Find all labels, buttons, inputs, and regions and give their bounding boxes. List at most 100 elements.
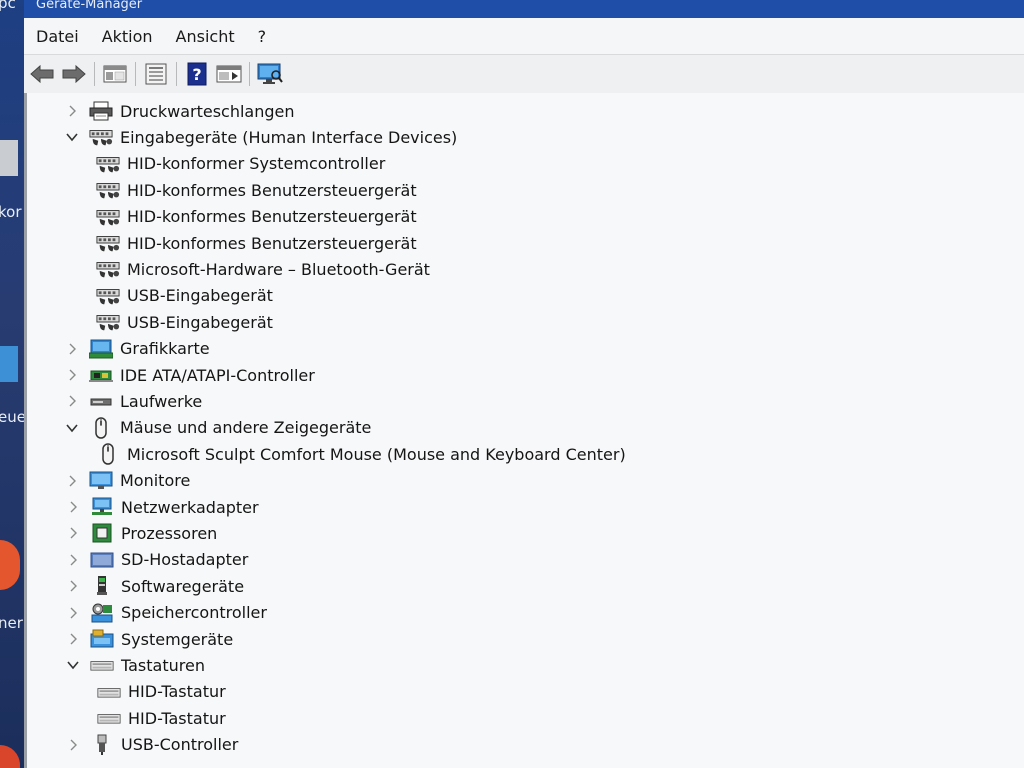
device-label: Softwaregeräte [121, 576, 245, 596]
hid-icon [96, 312, 120, 332]
device-label: Speichercontroller [121, 603, 267, 623]
chevron-right-icon[interactable] [66, 500, 80, 514]
device-category[interactable]: Prozessoren [66, 520, 217, 546]
storage-controller-icon [90, 603, 114, 623]
device-label: HID-Tastatur [128, 682, 226, 702]
properties-icon [145, 63, 167, 85]
chevron-right-icon[interactable] [66, 738, 80, 752]
device-category[interactable]: Laufwerke [65, 388, 202, 414]
system-device-icon [90, 629, 114, 649]
device-label: Microsoft Sculpt Comfort Mouse (Mouse an… [127, 444, 626, 464]
desktop-icon[interactable] [0, 745, 20, 768]
device-item[interactable]: HID-konformer Systemcontroller [96, 151, 385, 177]
menu-aktion[interactable]: Aktion [102, 27, 164, 46]
chevron-right-icon[interactable] [65, 342, 79, 356]
device-item[interactable]: HID-konformes Benutzersteuergerät [96, 204, 417, 230]
desktop-background: pc kor eue ner [0, 0, 24, 768]
device-label: HID-konformes Benutzersteuergerät [127, 207, 417, 227]
device-item[interactable]: Microsoft Sculpt Comfort Mouse (Mouse an… [96, 441, 626, 467]
device-label: Laufwerke [120, 391, 203, 411]
hid-icon [96, 259, 120, 279]
window-title: Geräte-Manager [36, 0, 143, 12]
chevron-down-icon[interactable] [66, 658, 80, 672]
chevron-right-icon[interactable] [65, 368, 79, 382]
properties-button[interactable] [142, 61, 170, 87]
chevron-right-icon[interactable] [65, 104, 79, 118]
hid-icon [96, 233, 120, 253]
device-label: Eingabegeräte (Human Interface Devices) [120, 127, 458, 147]
device-category[interactable]: Netzwerkadapter [66, 494, 259, 520]
device-category[interactable]: Mäuse und andere Zeigegeräte [65, 415, 371, 441]
device-item[interactable]: USB-Eingabegerät [96, 309, 273, 335]
device-label: Grafikkarte [120, 339, 210, 359]
help-button[interactable]: ? [183, 61, 211, 87]
menu-help[interactable]: ? [258, 27, 278, 46]
device-category[interactable]: USB-Controller [66, 732, 238, 758]
device-label: HID-konformes Benutzersteuergerät [127, 233, 417, 253]
device-label: Druckwarteschlangen [120, 101, 295, 121]
printer-icon [89, 101, 113, 121]
device-item[interactable]: HID-konformes Benutzersteuergerät [96, 177, 417, 203]
device-tree: Druckwarteschlangen Eingabegeräte (Human … [24, 93, 1024, 768]
back-button[interactable] [28, 61, 56, 87]
device-category[interactable]: Softwaregeräte [66, 573, 244, 599]
device-label: Microsoft-Hardware – Bluetooth-Gerät [127, 259, 430, 279]
desktop-icon-label: ner [0, 614, 23, 632]
device-category[interactable]: Speichercontroller [66, 600, 267, 626]
device-label: HID-Tastatur [128, 708, 226, 728]
action-pane-button[interactable] [215, 61, 243, 87]
help-icon: ? [187, 62, 207, 86]
chevron-right-icon[interactable] [65, 394, 79, 408]
device-category[interactable]: Eingabegeräte (Human Interface Devices) [65, 124, 457, 150]
title-bar[interactable]: Geräte-Manager [24, 0, 1024, 18]
chevron-right-icon[interactable] [66, 606, 80, 620]
chevron-right-icon[interactable] [66, 632, 80, 646]
device-item[interactable]: HID-konformes Benutzersteuergerät [96, 230, 417, 256]
device-item[interactable]: USB-Eingabegerät [96, 283, 273, 309]
sd-host-icon [90, 550, 114, 570]
mouse-icon [96, 443, 120, 465]
hid-icon [96, 154, 120, 174]
desktop-icon[interactable] [0, 540, 20, 590]
device-item[interactable]: HID-Tastatur [97, 705, 226, 731]
forward-button[interactable] [60, 61, 88, 87]
desktop-icon[interactable] [0, 346, 18, 382]
keyboard-icon [97, 708, 121, 728]
device-category[interactable]: Monitore [65, 468, 190, 494]
chevron-down-icon[interactable] [65, 421, 79, 435]
processor-icon [90, 523, 114, 543]
chevron-right-icon[interactable] [65, 474, 79, 488]
device-label: USB-Eingabegerät [127, 286, 273, 306]
disk-drive-icon [89, 391, 113, 411]
scan-hardware-button[interactable] [256, 61, 284, 87]
toolbar-separator [249, 62, 250, 86]
display-adapter-icon [89, 339, 113, 359]
menu-datei[interactable]: Datei [36, 27, 90, 46]
hid-icon [96, 286, 120, 306]
device-item[interactable]: Microsoft-Hardware – Bluetooth-Gerät [96, 256, 430, 282]
device-category[interactable]: Druckwarteschlangen [65, 98, 295, 124]
forward-arrow-icon [62, 64, 86, 84]
device-category[interactable]: Grafikkarte [65, 336, 210, 362]
mouse-icon [89, 417, 113, 439]
usb-icon [90, 734, 114, 755]
hid-icon [89, 127, 113, 147]
keyboard-icon [90, 655, 114, 675]
device-label: Netzwerkadapter [121, 497, 259, 517]
hid-icon [96, 207, 120, 227]
device-item[interactable]: HID-Tastatur [97, 679, 226, 705]
desktop-icon[interactable] [0, 140, 18, 176]
chevron-right-icon[interactable] [66, 579, 80, 593]
keyboard-icon [97, 682, 121, 702]
show-hide-console-tree-icon [103, 65, 127, 83]
show-hide-console-tree-button[interactable] [101, 61, 129, 87]
device-category[interactable]: Systemgeräte [66, 626, 233, 652]
menu-ansicht[interactable]: Ansicht [176, 27, 246, 46]
device-category[interactable]: IDE ATA/ATAPI-Controller [65, 362, 315, 388]
chevron-right-icon[interactable] [66, 553, 80, 567]
chevron-down-icon[interactable] [65, 130, 79, 144]
desktop-icon-label: pc [0, 0, 16, 12]
chevron-right-icon[interactable] [66, 526, 80, 540]
device-category[interactable]: Tastaturen [66, 652, 205, 678]
device-category[interactable]: SD-Hostadapter [66, 547, 248, 573]
